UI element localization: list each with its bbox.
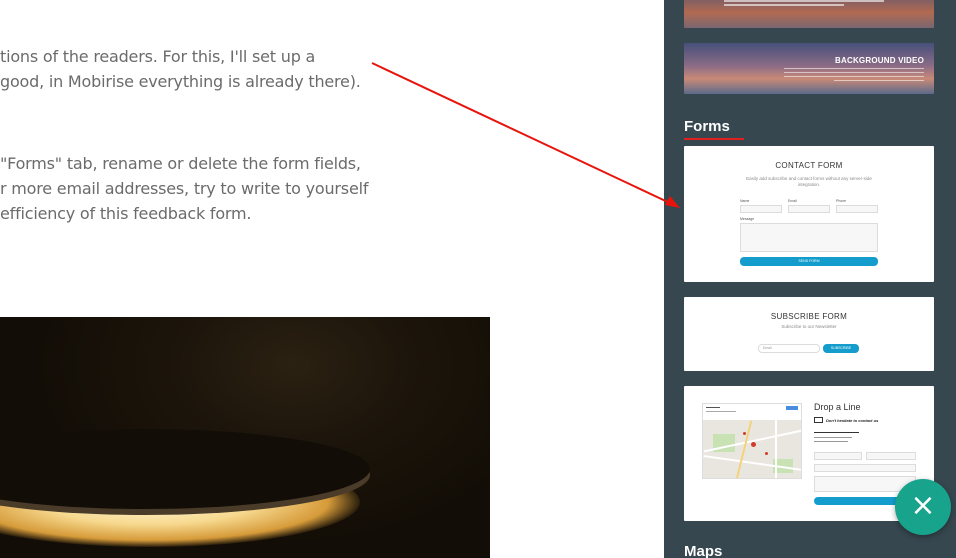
thumb-text-line (724, 4, 844, 6)
paragraph-1-line-2: good, in Mobirise everything is already … (0, 72, 361, 91)
map-view-button (786, 406, 798, 410)
field-label-email: Email (788, 199, 797, 203)
article-content: tions of the readers. For this, I'll set… (0, 0, 664, 558)
subscribe-form-title: SUBSCRIBE FORM (770, 312, 848, 321)
map-road (735, 420, 753, 478)
name-field (740, 205, 782, 213)
subscribe-form-subtitle: Subscribe to our Newsletter (781, 324, 837, 329)
thumb-text-line (784, 68, 924, 69)
paragraph-2-line-3: efficiency of this feedback form. (0, 204, 252, 223)
field-label-name: Name (740, 199, 750, 203)
close-icon[interactable]: × (895, 479, 951, 535)
drop-email-field (814, 464, 916, 472)
drop-a-line-title: Drop a Line (814, 402, 861, 412)
paragraph-2-line-2: r more email addresses, try to write to … (0, 179, 369, 198)
map-pin-icon (751, 442, 756, 447)
block-thumb-mountain[interactable] (684, 0, 934, 28)
thumb-text-line (834, 80, 924, 81)
message-field (740, 223, 878, 252)
contact-form-subtitle-2: integration. (797, 182, 821, 187)
section-title-forms: Forms (684, 118, 730, 135)
paragraph-1: tions of the readers. For this, I'll set… (0, 44, 361, 94)
contact-form-title: CONTACT FORM (775, 161, 843, 170)
section-title-maps: Maps (684, 543, 723, 558)
paragraph-2-line-1: "Forms" tab, rename or delete the form f… (0, 154, 361, 173)
drop-name-field (814, 452, 862, 460)
map-info-line (706, 407, 720, 408)
thumb-text-line (724, 0, 884, 2)
contact-info-line (814, 437, 852, 438)
thumb-text-line (784, 76, 924, 77)
paragraph-1-line-1: tions of the readers. For this, I'll set… (0, 47, 316, 66)
subscribe-button: SUBSCRIBE (823, 344, 859, 353)
envelope-icon (814, 417, 823, 423)
blocks-panel: BACKGROUND VIDEO Forms CONTACT FORM Easi… (664, 0, 956, 558)
lamp-photo (0, 317, 490, 558)
phone-field (836, 205, 878, 213)
block-thumb-background-video[interactable]: BACKGROUND VIDEO (684, 43, 934, 94)
drop-phone-field (866, 452, 916, 460)
paragraph-2: "Forms" tab, rename or delete the form f… (0, 151, 368, 226)
block-thumb-contact-form[interactable]: CONTACT FORM Easily add subscribe and co… (684, 146, 934, 282)
map-info-card (703, 404, 801, 420)
drop-a-line-tagline: Don't hesitate to contact us (826, 418, 879, 423)
subscribe-email-field: Email (758, 344, 820, 353)
field-label-message: Message (740, 217, 755, 221)
map-road (775, 420, 777, 478)
map-preview (702, 403, 802, 479)
subscribe-email-placeholder: Email (763, 346, 772, 350)
contact-info-line (814, 432, 859, 433)
field-label-phone: Phone (836, 199, 847, 203)
map-pin-icon (743, 432, 746, 435)
contact-info-line (814, 441, 848, 442)
thumb-text-line (784, 72, 924, 73)
send-form-button: SEND FORM (740, 257, 878, 266)
block-thumb-subscribe-form[interactable]: SUBSCRIBE FORM Subscribe to our Newslett… (684, 297, 934, 371)
email-field (788, 205, 830, 213)
section-title-underline (684, 138, 744, 140)
video-block-title: BACKGROUND VIDEO (835, 56, 924, 65)
map-pin-icon (765, 452, 768, 455)
map-info-line (706, 411, 736, 412)
